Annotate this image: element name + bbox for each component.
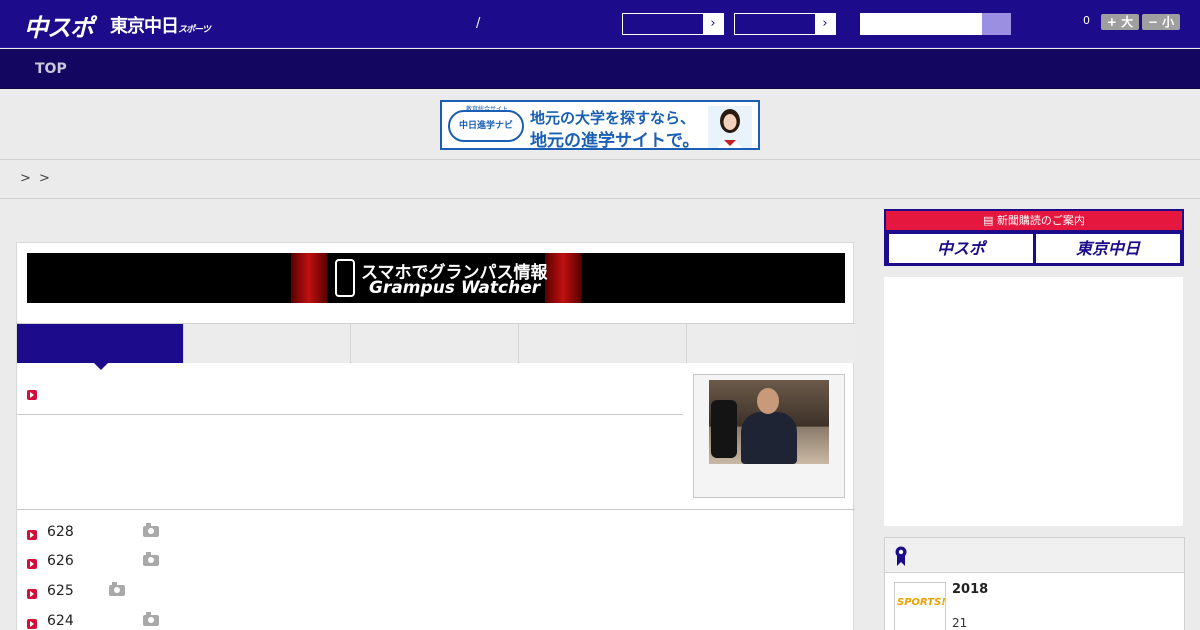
chevron-right-icon: › bbox=[815, 14, 835, 34]
curtain-right bbox=[545, 253, 581, 303]
ranking-thumbnail[interactable]: SPORTS!! bbox=[894, 582, 946, 630]
breadcrumb-separator: > bbox=[39, 171, 50, 186]
play-marker-icon bbox=[27, 559, 37, 569]
news-date: 628 bbox=[47, 524, 74, 540]
feature-thumbnail[interactable] bbox=[693, 374, 845, 498]
tab-3[interactable] bbox=[352, 324, 519, 363]
smartphone-icon bbox=[335, 259, 355, 297]
section-divider bbox=[17, 509, 855, 510]
banner-person-image bbox=[708, 106, 752, 148]
grampus-banner-line-2: Grampus Watcher bbox=[369, 278, 541, 298]
ranking-title[interactable]: 2018 bbox=[952, 582, 988, 597]
list-item[interactable]: 626 bbox=[27, 548, 827, 578]
news-date: 625 bbox=[47, 583, 74, 599]
tab-4[interactable] bbox=[520, 324, 687, 363]
tab-1[interactable] bbox=[17, 324, 184, 370]
feature-article-headline[interactable] bbox=[17, 373, 683, 415]
font-larger-button[interactable]: + 大 bbox=[1101, 14, 1139, 30]
header-slash: / bbox=[476, 16, 481, 31]
search-button[interactable] bbox=[982, 13, 1011, 35]
breadcrumb-separator: > bbox=[20, 171, 31, 186]
breadcrumb: > > bbox=[0, 161, 1200, 199]
subscription-heading-text: 新聞購読のご案内 bbox=[996, 214, 1085, 227]
ad-banner-shingaku[interactable]: 教育総合サイト 中日進学ナビ 地元の大学を探すなら、 地元の進学サイトで。 bbox=[440, 100, 760, 150]
play-marker-icon bbox=[27, 390, 37, 400]
news-date: 626 bbox=[47, 553, 74, 569]
font-smaller-button[interactable]: − 小 bbox=[1142, 14, 1180, 30]
sidebar-ad[interactable] bbox=[884, 277, 1183, 526]
camera-icon bbox=[109, 582, 125, 596]
ribbon-medal-icon bbox=[895, 546, 907, 566]
player-photo bbox=[709, 380, 829, 464]
play-marker-icon bbox=[27, 589, 37, 599]
curtain-left bbox=[291, 253, 327, 303]
play-marker-icon bbox=[27, 619, 37, 629]
camera-icon bbox=[143, 552, 159, 566]
chuspo-logo[interactable]: 中スポ bbox=[24, 8, 94, 43]
camera-icon bbox=[143, 612, 159, 626]
banner-line-1: 地元の大学を探すなら、 bbox=[530, 109, 696, 127]
banner-logo: 中日進学ナビ bbox=[448, 110, 524, 142]
subscription-heading: ▤ 新聞購読のご案内 bbox=[886, 211, 1182, 230]
ranking-thumb-text: SPORTS!! bbox=[897, 597, 946, 608]
play-marker-icon bbox=[27, 530, 37, 540]
camera-icon bbox=[143, 523, 159, 537]
nav-item-top[interactable]: TOP bbox=[35, 61, 67, 77]
list-item[interactable]: 625 bbox=[27, 578, 827, 608]
site-header: 中スポ 東京中日スポーツ / › › 0 + 大 − 小 bbox=[0, 0, 1200, 48]
photo-chair bbox=[711, 400, 737, 458]
global-nav: TOP bbox=[0, 49, 1200, 89]
chevron-right-icon: › bbox=[703, 14, 723, 34]
category-tabs bbox=[17, 323, 855, 370]
subscribe-chuspo-button[interactable]: 中スポ bbox=[889, 234, 1033, 263]
subscription-box: ▤ 新聞購読のご案内 中スポ 東京中日 bbox=[884, 209, 1184, 266]
photo-head bbox=[757, 388, 779, 414]
ranking-box: SPORTS!! 2018 21 bbox=[884, 537, 1185, 630]
main-content: スマホでグランパス情報 Grampus Watcher 628 626 625 … bbox=[16, 242, 855, 630]
category-select-1[interactable]: › bbox=[622, 13, 724, 35]
ranking-header bbox=[885, 538, 1184, 573]
tab-2[interactable] bbox=[184, 324, 351, 363]
news-date: 624 bbox=[47, 613, 74, 629]
photo-body bbox=[741, 412, 797, 464]
list-item[interactable]: 628 bbox=[27, 519, 827, 549]
view-counter: 0 bbox=[1083, 14, 1090, 27]
tokyo-logo-text: 東京中日 bbox=[110, 16, 179, 37]
grampus-watcher-banner[interactable]: スマホでグランパス情報 Grampus Watcher bbox=[27, 253, 845, 303]
tab-5[interactable] bbox=[687, 324, 855, 363]
newspaper-icon: ▤ bbox=[983, 214, 997, 227]
list-item[interactable]: 624 bbox=[27, 608, 827, 630]
category-select-2[interactable]: › bbox=[734, 13, 836, 35]
subscribe-tokyo-button[interactable]: 東京中日 bbox=[1036, 234, 1180, 263]
ranking-subtext: 21 bbox=[952, 616, 968, 630]
banner-line-2: 地元の進学サイトで。 bbox=[530, 131, 700, 150]
banner-area: 教育総合サイト 中日進学ナビ 地元の大学を探すなら、 地元の進学サイトで。 bbox=[0, 90, 1200, 160]
tokyo-chunichi-logo[interactable]: 東京中日スポーツ bbox=[110, 12, 211, 38]
search-input[interactable] bbox=[860, 13, 984, 35]
tokyo-logo-small: スポーツ bbox=[178, 25, 211, 35]
